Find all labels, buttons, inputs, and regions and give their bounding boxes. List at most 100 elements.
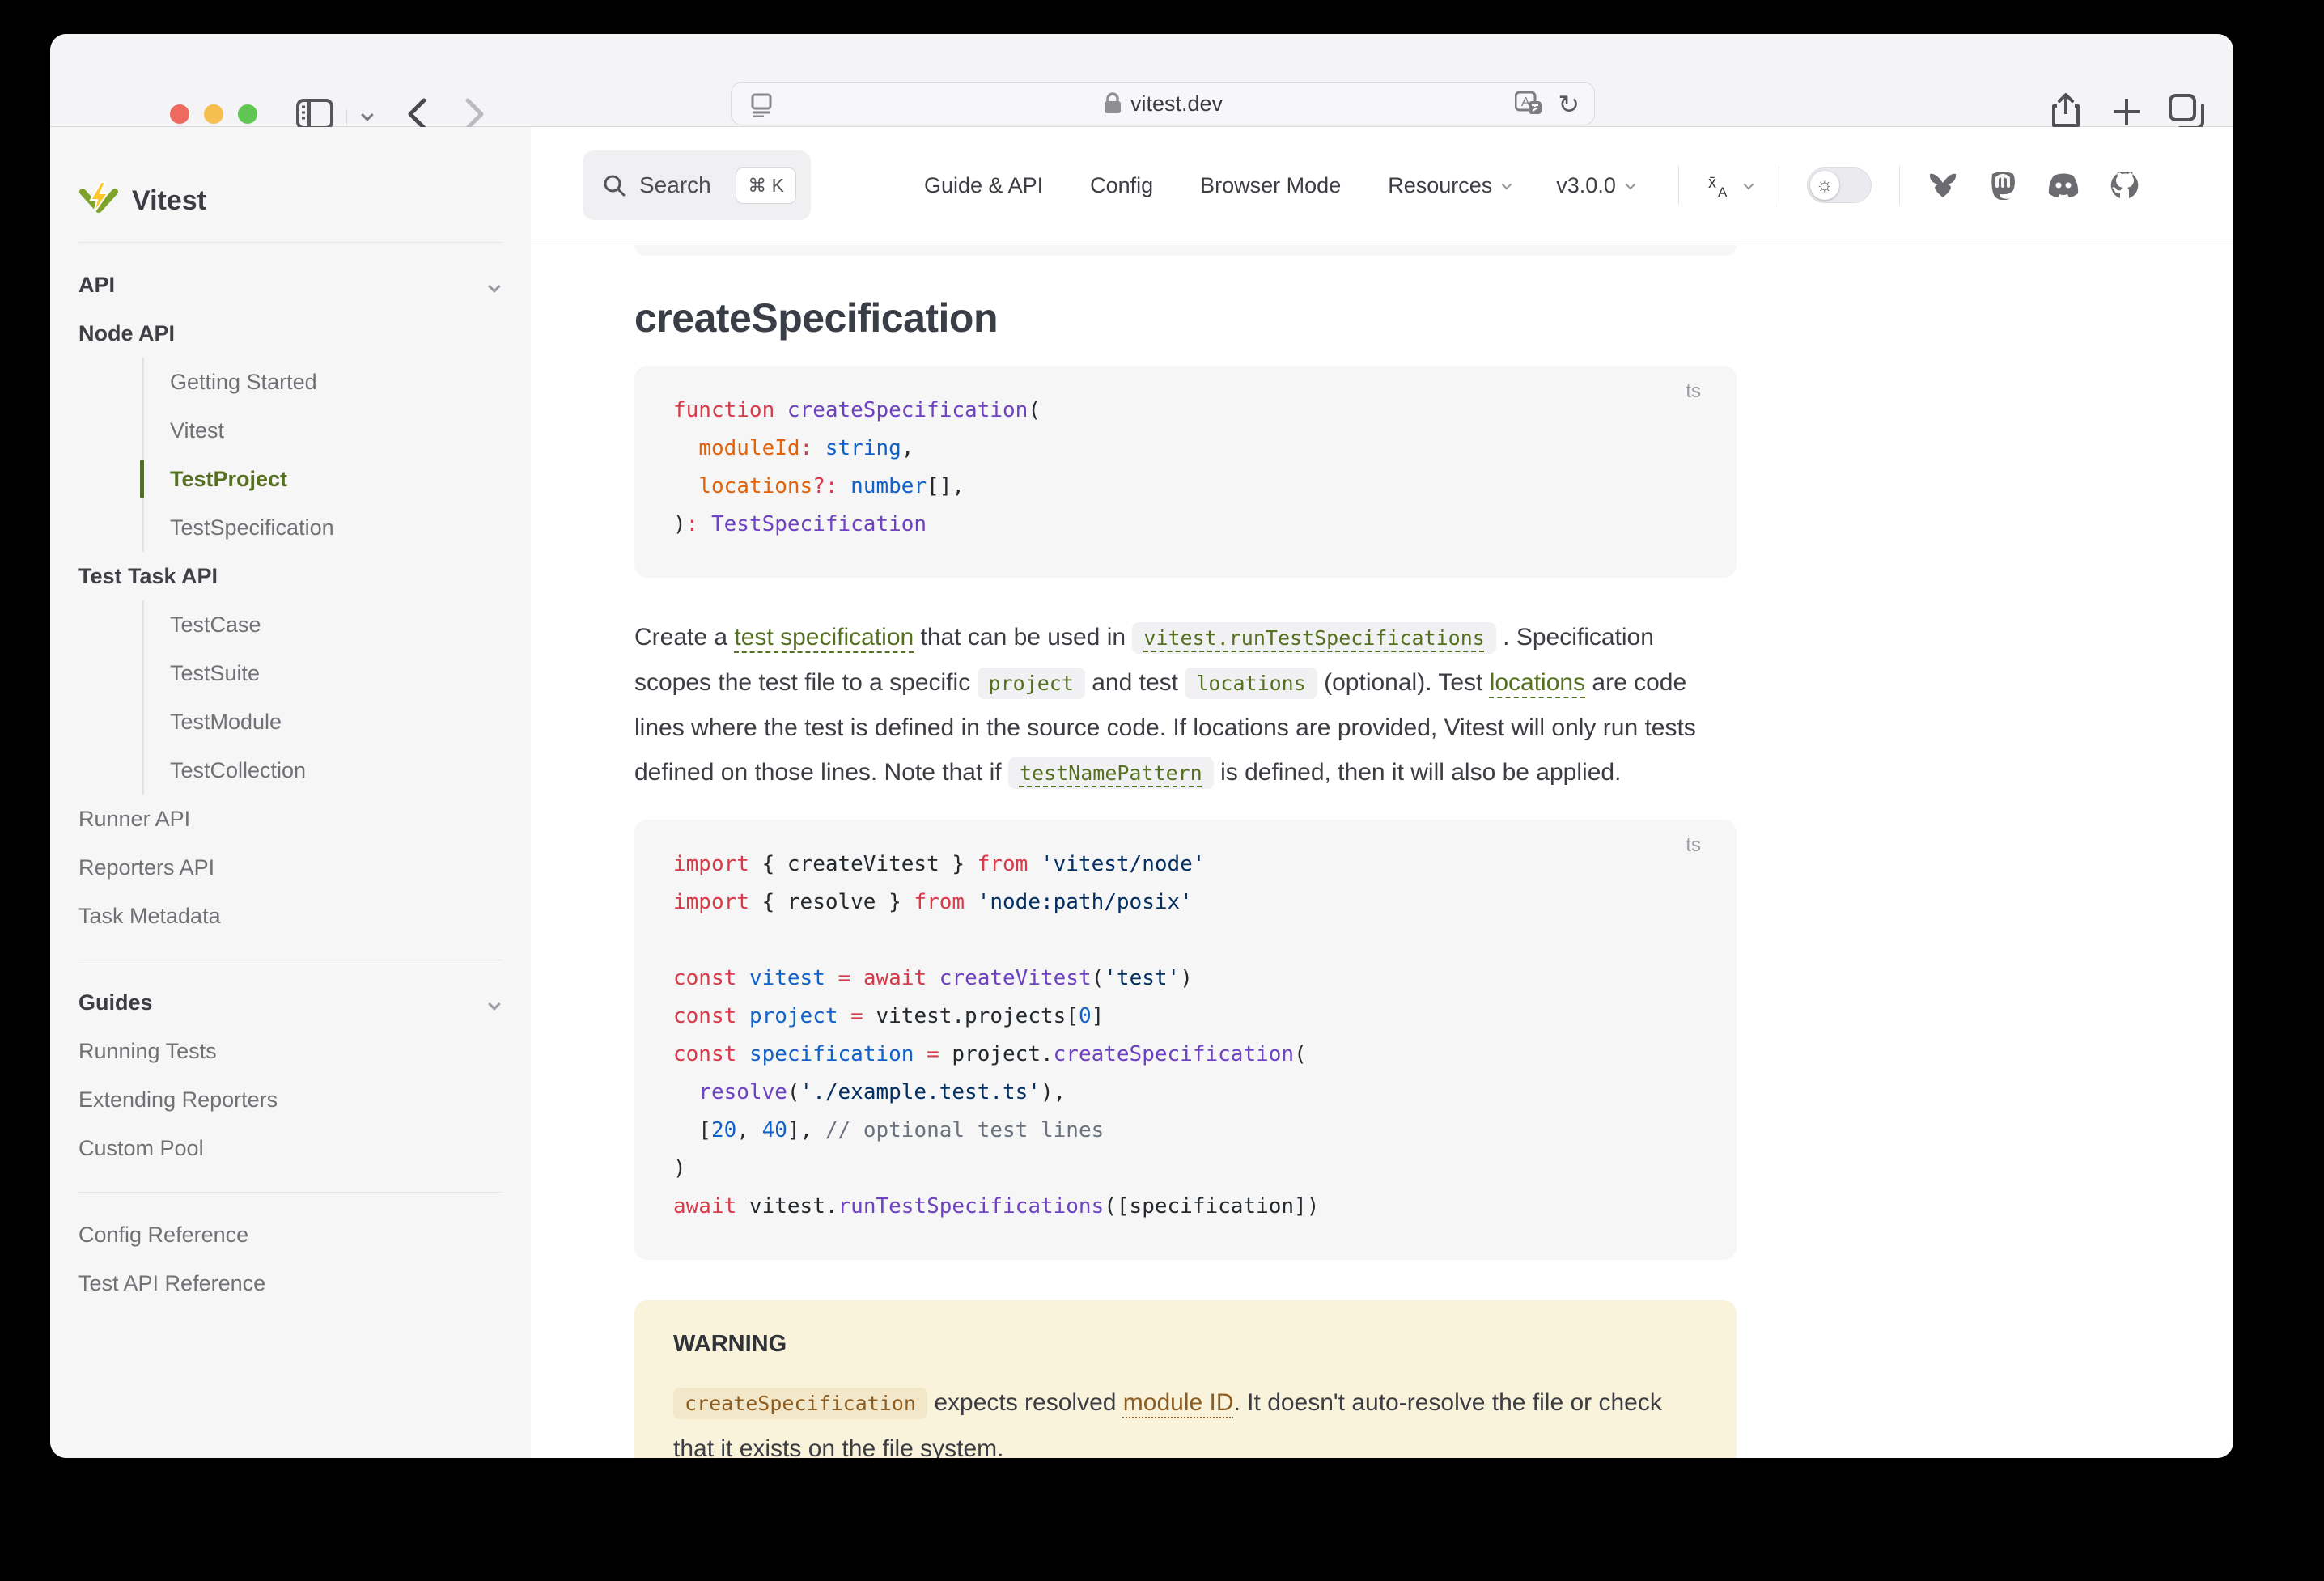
address-bar[interactable]: vitest.dev A ↻ [731,82,1595,125]
sidebar-item-running-tests[interactable]: Running Tests [78,1027,503,1075]
code-line: import { createVitest } from 'vitest/nod… [673,852,1698,890]
theme-toggle[interactable]: ☼ [1807,167,1872,203]
vitest-logo-icon [78,180,119,221]
bluesky-icon[interactable] [1927,172,1958,199]
reload-icon[interactable]: ↻ [1558,89,1580,120]
page-title: createSpecification [634,295,1737,341]
sidebar-section-guides[interactable]: Guides [78,978,503,1027]
site-header: Search ⌘ K Guide & API Config Browser Mode… [531,127,2233,244]
sidebar-divider [78,1192,503,1193]
nav-item-resources[interactable]: Resources [1388,173,1509,198]
code-lang-label: ts [1686,834,1701,857]
search-input[interactable]: Search ⌘ K [583,150,811,220]
discord-icon[interactable] [2047,172,2080,198]
sidebar-item-custom-pool[interactable]: Custom Pool [78,1124,503,1172]
nav-item-browser-mode[interactable]: Browser Mode [1200,173,1341,198]
doc-content: createSpecification ts function createSp… [531,245,2233,1458]
code-line: const specification = project.createSpec… [673,1042,1698,1080]
window-controls [170,104,257,124]
text: and test [1085,669,1185,696]
sidebar-item-task-metadata[interactable]: Task Metadata [78,892,503,940]
code-line: function createSpecification( [673,398,1698,436]
nav-item-guide-api[interactable]: Guide & API [924,173,1043,198]
inline-code-link[interactable]: testNamePattern [1008,757,1214,789]
logo[interactable]: Vitest [78,127,503,223]
code-line [673,928,1698,966]
sidebar-item-config-reference[interactable]: Config Reference [78,1210,503,1259]
text: expects resolved [927,1389,1123,1416]
warning-title: WARNING [673,1331,1698,1358]
browser-toolbar: vitest.dev A ↻ [50,34,2233,127]
warning-body: createSpecification expects resolved mod… [673,1380,1698,1458]
sidebar-item-testproject[interactable]: TestProject [170,455,503,503]
code-line: locations?: number[], [673,474,1698,512]
sidebar-item-test-api-reference[interactable]: Test API Reference [78,1259,503,1308]
nav-links: Guide & API Config Browser Mode Resources v3… [924,173,1633,198]
sidebar-item-testcase[interactable]: TestCase [170,600,503,649]
description-paragraph: Create a test specification that can be … [634,615,1737,795]
inline-link[interactable]: test specification [734,624,914,651]
chevron-down-icon [1502,179,1512,189]
zoom-window-button[interactable] [238,104,257,124]
sidebar-item-getting-started[interactable]: Getting Started [170,358,503,406]
code-line: const vitest = await createVitest('test'… [673,966,1698,1004]
text: that can be used in [914,624,1132,651]
inline-code-link[interactable]: vitest.runTestSpecifications [1132,622,1495,654]
search-icon [602,173,626,197]
chevron-down-icon [1625,179,1635,189]
sidebar-section-api[interactable]: API [78,261,503,309]
sidebar-item-testsuite[interactable]: TestSuite [170,649,503,697]
back-icon[interactable] [406,97,427,131]
sidebar-toggle-icon[interactable] [296,99,333,129]
text: is defined, then it will also be applied… [1214,759,1622,786]
inline-link[interactable]: locations [1490,669,1585,696]
sidebar-group-node-api: Node API [78,309,503,358]
share-icon[interactable] [2050,93,2081,129]
sidebar-item-extending-reporters[interactable]: Extending Reporters [78,1075,503,1124]
previous-code-block-partial [634,245,1737,256]
inline-code: project [978,668,1085,699]
sun-icon: ☼ [1816,174,1834,197]
text: (optional). Test [1317,669,1490,696]
github-icon[interactable] [2110,171,2140,200]
site-title: Vitest [132,185,206,217]
svg-text:A: A [1718,184,1728,199]
language-menu[interactable]: x̄ A [1707,172,1751,199]
sidebar-item-testmodule[interactable]: TestModule [170,697,503,746]
tab-overview-icon[interactable] [2169,94,2204,129]
sidebar-item-vitest[interactable]: Vitest [170,406,503,455]
minimize-window-button[interactable] [204,104,223,124]
language-icon: x̄ A [1707,172,1734,199]
chevron-down-icon [489,990,498,1015]
inline-link[interactable]: module ID [1123,1389,1234,1416]
forward-icon[interactable] [464,97,486,131]
code-line: await vitest.runTestSpecifications([spec… [673,1194,1698,1232]
example-code-block: ts import { createVitest } from 'vitest/… [634,820,1737,1260]
sidebar-item-reporters-api[interactable]: Reporters API [78,843,503,892]
code-line: moduleId: string, [673,436,1698,474]
sidebar-item-testcollection[interactable]: TestCollection [170,746,503,795]
inline-code: locations [1185,668,1317,699]
code-line: const project = vitest.projects[0] [673,1004,1698,1042]
sidebar-item-testspecification[interactable]: TestSpecification [170,503,503,552]
code-line: [20, 40], // optional test lines [673,1118,1698,1156]
text: Create a [634,624,734,651]
translate-icon[interactable]: A [1515,91,1542,117]
url-text: vitest.dev [1130,91,1223,117]
new-tab-icon[interactable] [2112,97,2141,126]
nav-item-v3-0-0[interactable]: v3.0.0 [1556,173,1633,198]
nav-item-config[interactable]: Config [1090,173,1153,198]
chevron-down-icon [489,273,498,298]
close-window-button[interactable] [170,104,189,124]
code-line: ): TestSpecification [673,512,1698,550]
mastodon-icon[interactable] [1989,171,2017,200]
sidebar-group-test-task-api: Test Task API [78,552,503,600]
browser-window: vitest.dev A ↻ [50,34,2233,1458]
reader-icon[interactable] [749,93,774,117]
code-line: resolve('./example.test.ts'), [673,1080,1698,1118]
tab-group-chevron-icon[interactable] [362,110,371,125]
lock-icon [1103,92,1122,115]
sidebar: Vitest APINode APIGetting StartedVitestT… [50,127,531,1458]
signature-code-block: ts function createSpecification( moduleI… [634,366,1737,578]
sidebar-item-runner-api[interactable]: Runner API [78,795,503,843]
